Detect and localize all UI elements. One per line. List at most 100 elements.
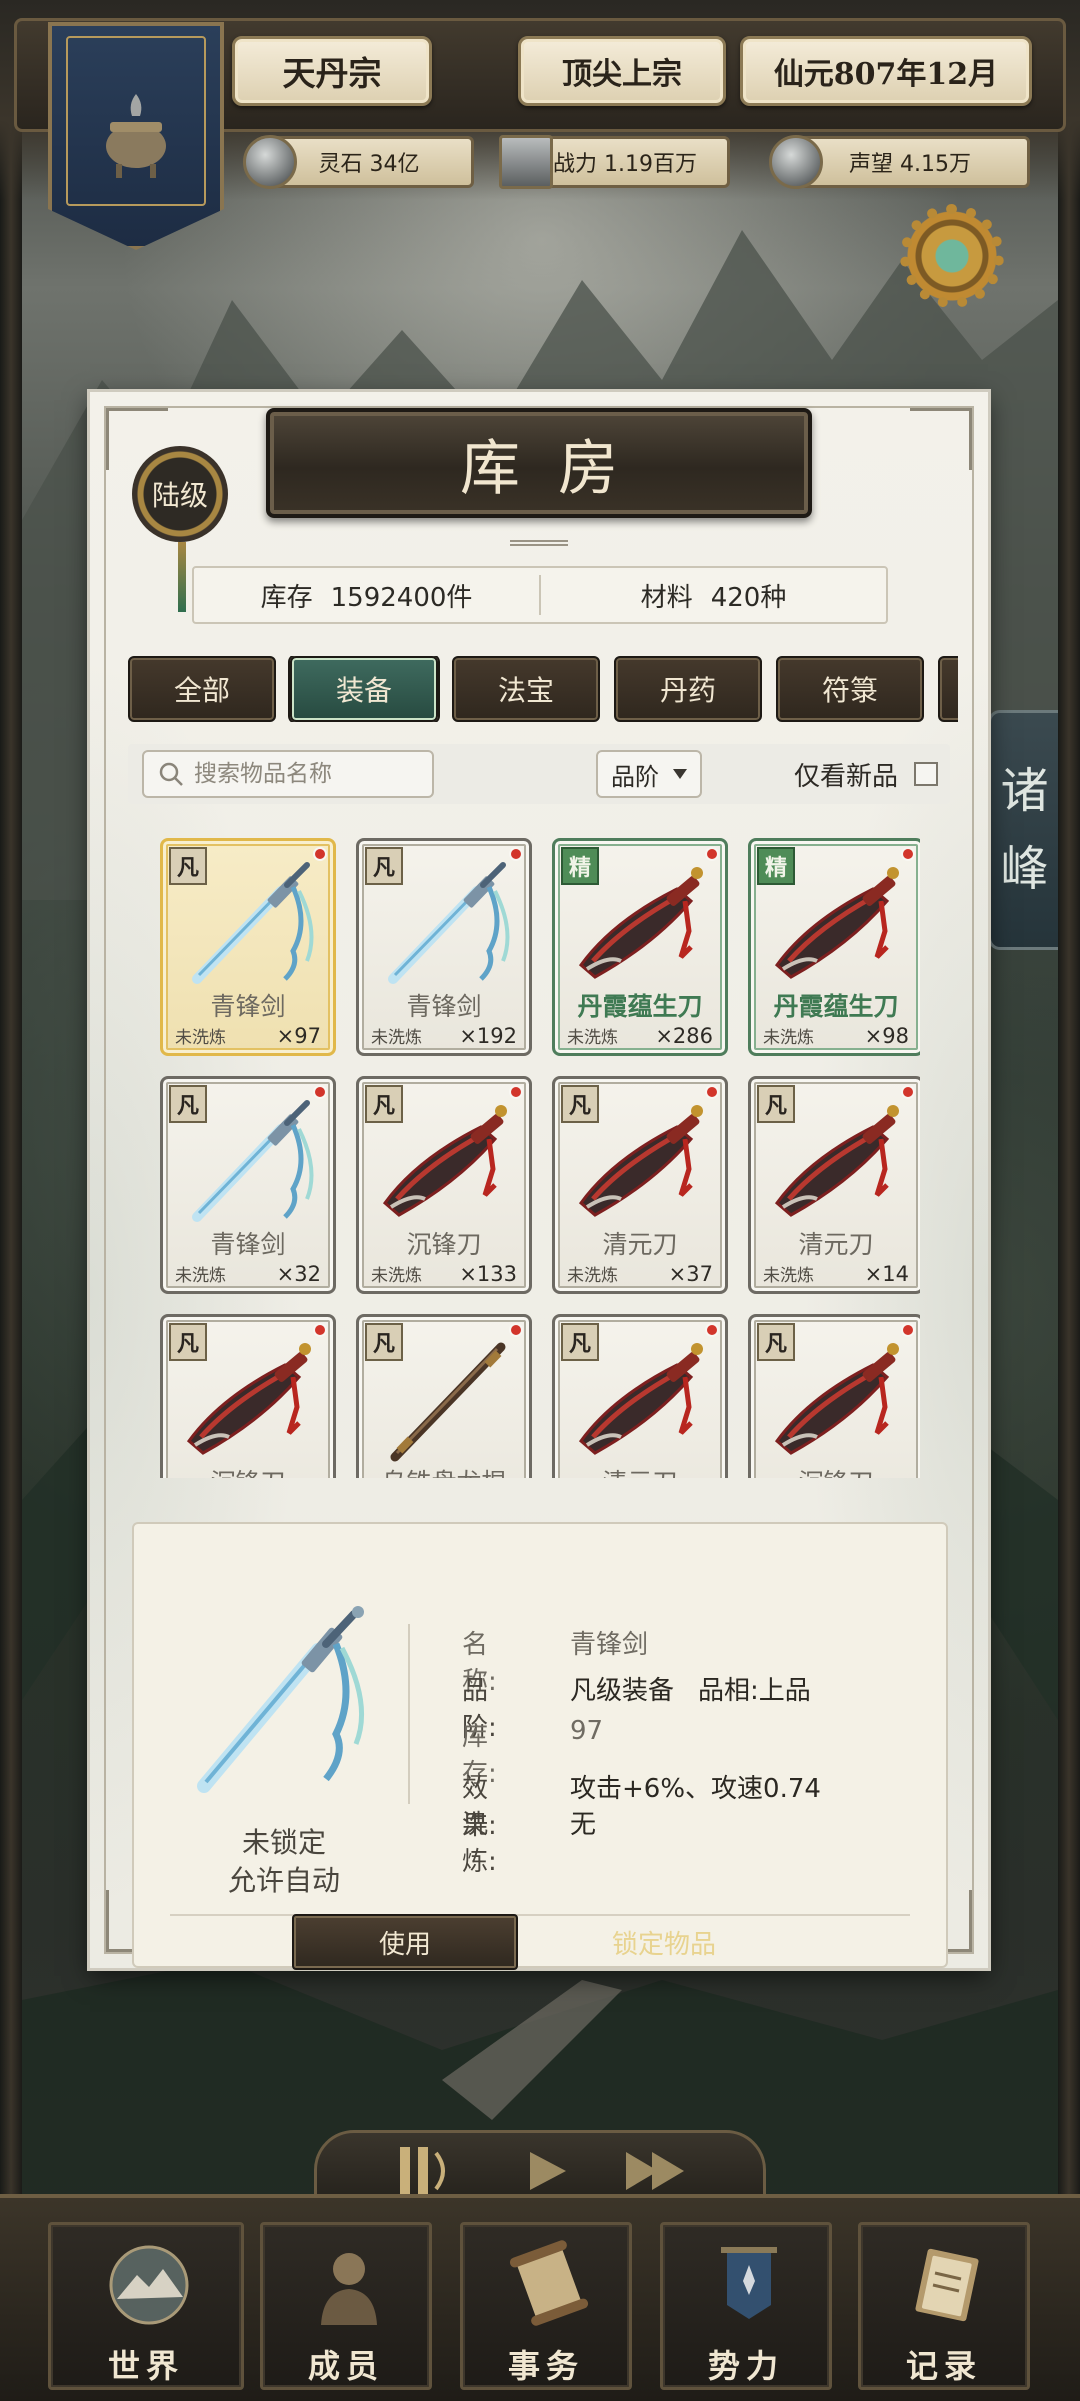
item-quantity: ×133: [459, 1262, 517, 1286]
item-name: 清元刀: [798, 1230, 874, 1259]
item-card[interactable]: 凡清元刀: [552, 1314, 728, 1478]
refine-status: 未洗炼: [371, 1028, 422, 1048]
item-grid: 凡青锋剑 未洗炼 ×97 凡青锋剑 未洗炼 ×192 精丹霞蕴生刀 未洗炼 ×286 精丹霞蕴生刀…: [160, 838, 920, 1478]
tab-more[interactable]: [938, 656, 958, 722]
sect-banner[interactable]: [48, 22, 224, 250]
nav-members[interactable]: 成员: [260, 2222, 432, 2390]
item-quantity: ×32: [276, 1262, 321, 1286]
detail-hline: [170, 1914, 910, 1916]
grade-badge: 凡: [365, 847, 403, 885]
fast-forward-button[interactable]: [617, 2141, 697, 2201]
new-item-dot: [313, 1085, 327, 1099]
faction-banner-icon: [721, 2247, 777, 2319]
attr-value: 97: [570, 1716, 604, 1746]
item-card[interactable]: 凡沉锋刀: [160, 1314, 336, 1478]
nav-label: 势力: [707, 2347, 784, 2385]
new-item-dot: [313, 847, 327, 861]
settings-gear-icon[interactable]: [900, 204, 1004, 308]
stock-value: 1592400件: [330, 582, 473, 613]
auto-status-line: 允许自动: [227, 1864, 340, 1897]
new-item-dot: [901, 1323, 915, 1337]
nav-label: 记录: [905, 2347, 982, 2385]
new-item-dot: [705, 847, 719, 861]
grade-sort-select[interactable]: 品阶: [596, 750, 702, 798]
item-card[interactable]: 凡青锋剑 未洗炼 ×97: [160, 838, 336, 1056]
new-item-dot: [509, 1323, 523, 1337]
item-card[interactable]: 凡青锋剑 未洗炼 ×192: [356, 838, 532, 1056]
item-card[interactable]: 凡青锋剑 未洗炼 ×32: [160, 1076, 336, 1294]
tab-pill[interactable]: 丹药: [614, 656, 762, 722]
pause-button[interactable]: [385, 2141, 465, 2201]
item-card[interactable]: 凡清元刀 未洗炼 ×14: [748, 1076, 920, 1294]
prestige-icon: [769, 135, 823, 189]
grade-badge: 凡: [757, 1323, 795, 1361]
search-input[interactable]: [194, 761, 414, 787]
item-footer: 未洗炼 ×37: [567, 1261, 713, 1286]
item-name: 青锋剑: [210, 1230, 286, 1259]
grade-badge: 凡: [169, 1323, 207, 1361]
item-name: 青锋剑: [210, 992, 286, 1021]
refine-status: 未洗炼: [175, 1028, 226, 1048]
new-only-label: 仅看新品: [793, 761, 898, 792]
item-footer: 未洗炼 ×98: [763, 1023, 909, 1048]
title-ornament: [510, 540, 568, 546]
item-name: 青锋剑: [406, 992, 482, 1021]
nav-label: 世界: [107, 2347, 184, 2385]
material-label: 材料: [640, 582, 693, 613]
tab-talisman[interactable]: 符箓: [776, 656, 924, 722]
world-icon: [109, 2245, 189, 2325]
grade-badge: 凡: [365, 1323, 403, 1361]
item-name: 清元刀: [555, 1463, 725, 1478]
item-footer: 未洗炼 ×192: [371, 1023, 517, 1048]
item-name: 沉锋刀: [163, 1463, 333, 1478]
new-only-checkbox[interactable]: [914, 762, 938, 786]
item-card[interactable]: 精丹霞蕴生刀未洗炼 ×98: [748, 838, 920, 1056]
item-card[interactable]: 凡乌铁盘龙棍: [356, 1314, 532, 1478]
item-quantity: ×286: [655, 1024, 713, 1048]
inventory-summary: 库存 1592400件 材料 420种: [192, 566, 888, 624]
refine-status: 未洗炼: [763, 1028, 814, 1048]
warehouse-panel: 库房 陆级 库存 1592400件 材料 420种 全部 装备 法宝 丹药 符箓: [90, 392, 988, 1970]
item-card[interactable]: 凡清元刀 未洗炼 ×37: [552, 1076, 728, 1294]
panel-title: 库房: [266, 408, 812, 518]
item-footer: 未洗炼 ×97: [175, 1023, 321, 1048]
new-item-dot: [509, 847, 523, 861]
grade-badge: 精: [561, 847, 599, 885]
item-name: 丹霞蕴生刀: [773, 992, 899, 1021]
item-name: 沉锋刀: [406, 1230, 482, 1259]
item-footer: 未洗炼 ×32: [175, 1261, 321, 1286]
grade-badge: 凡: [757, 1085, 795, 1123]
nav-records[interactable]: 记录: [858, 2222, 1030, 2390]
item-name: 沉锋刀: [751, 1463, 920, 1478]
use-button[interactable]: 使用: [292, 1914, 518, 1970]
play-button[interactable]: [507, 2141, 587, 2201]
grade-badge: 精: [757, 847, 795, 885]
combat-power-stat: 战力 1.19百万: [499, 135, 730, 189]
refine-status: 未洗炼: [371, 1266, 422, 1286]
new-only-filter[interactable]: 仅看新品: [794, 750, 938, 798]
item-card[interactable]: 精丹霞蕴生刀 未洗炼 ×286: [552, 838, 728, 1056]
new-item-dot: [901, 847, 915, 861]
fast-forward-icon: [626, 2152, 684, 2190]
item-card[interactable]: 凡沉锋刀 未洗炼 ×133: [356, 1076, 532, 1294]
item-card[interactable]: 凡沉锋刀: [748, 1314, 920, 1478]
lock-item-button[interactable]: 锁定物品: [554, 1914, 774, 1970]
nav-world[interactable]: 世界: [48, 2222, 244, 2390]
bottom-navigation: 世界 成员 事务 势力 记录: [0, 2194, 1080, 2401]
corner-ornament: [910, 408, 972, 470]
attr-value: 攻击+6%、攻速0.74: [570, 1774, 821, 1804]
item-quantity: ×98: [864, 1024, 909, 1048]
nav-affairs[interactable]: 事务: [460, 2222, 632, 2390]
attr-quality: 品相:上品: [698, 1676, 811, 1706]
item-detail-card: 未锁定 允许自动 名称: 青锋剑 品阶: 凡级装备 品相:上品 库存: 97 效…: [132, 1522, 948, 1970]
refine-status: 未洗炼: [567, 1266, 618, 1286]
nav-factions[interactable]: 势力: [660, 2222, 832, 2390]
tab-equipment[interactable]: 装备: [290, 656, 438, 722]
side-tab-peaks[interactable]: 诸 峰: [988, 710, 1058, 950]
tab-artifact[interactable]: 法宝: [452, 656, 600, 722]
left-frame: [0, 0, 22, 2401]
attr-value: 凡级装备: [570, 1676, 675, 1706]
rank-badge: 陆级: [132, 446, 228, 542]
side-tab-char: 峰: [1000, 841, 1049, 897]
tab-all[interactable]: 全部: [128, 656, 276, 722]
